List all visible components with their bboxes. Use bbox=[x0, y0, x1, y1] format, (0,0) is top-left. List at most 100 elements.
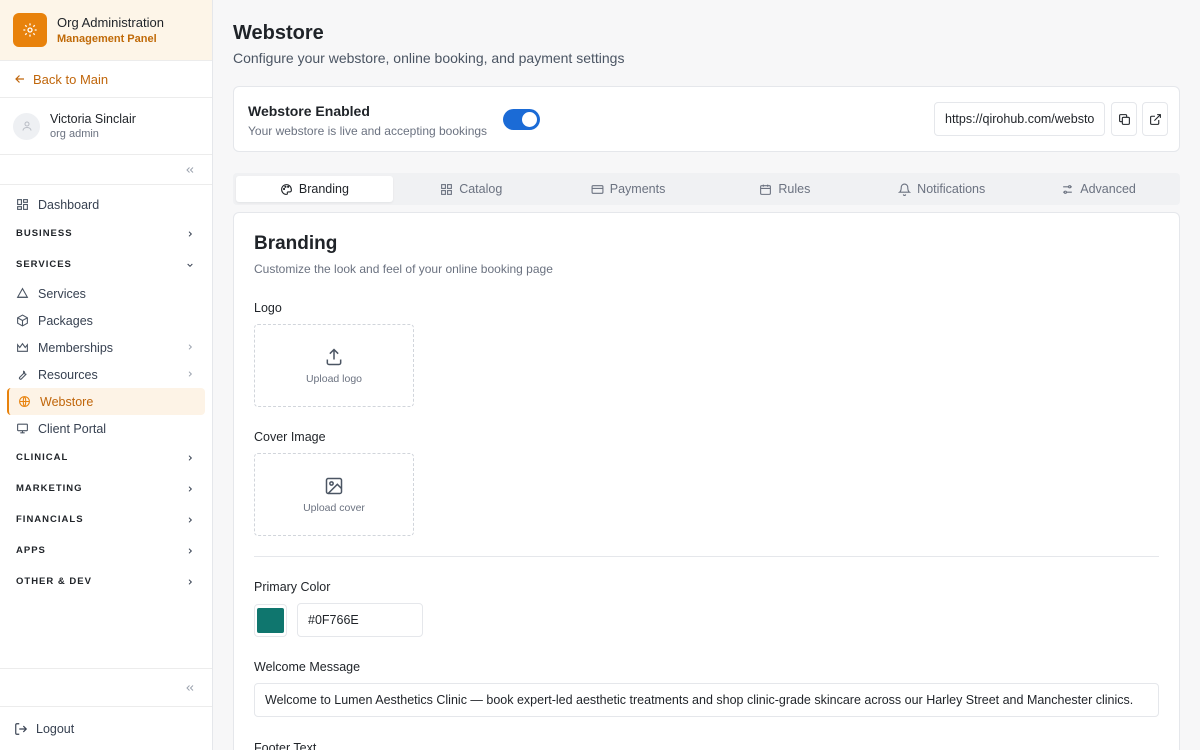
section-other-dev[interactable]: OTHER & DEV bbox=[7, 566, 205, 597]
welcome-message-label: Welcome Message bbox=[254, 660, 361, 674]
section-label: APPS bbox=[16, 545, 46, 556]
tab-rules[interactable]: Rules bbox=[706, 176, 863, 202]
sidebar-item-client-portal[interactable]: Client Portal bbox=[7, 415, 205, 442]
primary-color-input[interactable] bbox=[297, 603, 423, 637]
collapse-sidebar-icon[interactable] bbox=[184, 164, 196, 176]
branding-panel: Branding Customize the look and feel of … bbox=[233, 212, 1180, 750]
back-label: Back to Main bbox=[33, 71, 109, 87]
webstore-enabled-card: Webstore Enabled Your webstore is live a… bbox=[233, 86, 1180, 152]
sidebar: Org Administration Management Panel Back… bbox=[0, 0, 213, 750]
dashboard-icon bbox=[16, 198, 30, 212]
sidebar-item-label: Webstore bbox=[40, 394, 94, 409]
tab-notifications[interactable]: Notifications bbox=[863, 176, 1020, 202]
globe-icon bbox=[18, 395, 32, 409]
arrow-left-icon bbox=[14, 73, 26, 85]
primary-color-label: Primary Color bbox=[254, 580, 331, 594]
calendar-icon bbox=[759, 183, 772, 196]
tab-label: Notifications bbox=[917, 182, 986, 196]
image-icon bbox=[324, 476, 344, 496]
org-header: Org Administration Management Panel bbox=[0, 0, 212, 61]
tab-label: Rules bbox=[778, 182, 811, 196]
chevron-right-icon bbox=[186, 370, 194, 378]
section-clinical[interactable]: CLINICAL bbox=[7, 442, 205, 473]
section-marketing[interactable]: MARKETING bbox=[7, 473, 205, 504]
tab-label: Catalog bbox=[459, 182, 503, 196]
chevron-right-icon bbox=[186, 454, 194, 462]
services-icon bbox=[16, 287, 30, 301]
tab-advanced[interactable]: Advanced bbox=[1020, 176, 1177, 202]
collapse-sidebar-icon[interactable] bbox=[184, 682, 196, 694]
chevron-right-icon bbox=[186, 516, 194, 524]
page-subtitle: Configure your webstore, online booking,… bbox=[233, 50, 625, 66]
org-subtitle: Management Panel bbox=[57, 33, 157, 45]
org-title: Org Administration bbox=[57, 15, 164, 30]
upload-logo-dropzone[interactable]: Upload logo bbox=[254, 324, 414, 407]
chevron-right-icon bbox=[186, 547, 194, 555]
upload-icon bbox=[324, 347, 344, 367]
chevron-right-icon bbox=[186, 485, 194, 493]
external-link-icon bbox=[1149, 113, 1162, 126]
sliders-icon bbox=[1061, 183, 1074, 196]
copy-url-button[interactable] bbox=[1111, 102, 1137, 136]
monitor-icon bbox=[16, 422, 30, 436]
sidebar-item-label: Resources bbox=[38, 367, 98, 382]
open-webstore-button[interactable] bbox=[1142, 102, 1168, 136]
section-apps[interactable]: APPS bbox=[7, 535, 205, 566]
divider bbox=[254, 556, 1159, 557]
sidebar-item-packages[interactable]: Packages bbox=[7, 307, 205, 334]
section-business[interactable]: BUSINESS bbox=[7, 218, 205, 249]
gear-icon bbox=[13, 13, 47, 47]
chevron-right-icon bbox=[186, 343, 194, 351]
sidebar-item-webstore[interactable]: Webstore bbox=[7, 388, 205, 415]
user-role: org admin bbox=[50, 128, 99, 140]
webstore-enabled-subtitle: Your webstore is live and accepting book… bbox=[248, 124, 488, 138]
sidebar-item-resources[interactable]: Resources bbox=[7, 361, 205, 388]
chevron-right-icon bbox=[186, 230, 194, 238]
webstore-url-field[interactable] bbox=[934, 102, 1105, 136]
welcome-message-input[interactable] bbox=[254, 683, 1159, 717]
user-profile[interactable]: Victoria Sinclair org admin bbox=[0, 98, 212, 155]
logout-label: Logout bbox=[36, 721, 75, 736]
sidebar-item-label: Dashboard bbox=[38, 197, 100, 212]
sidebar-item-services[interactable]: Services bbox=[7, 280, 205, 307]
wrench-icon bbox=[16, 368, 30, 382]
webstore-enabled-title: Webstore Enabled bbox=[248, 103, 370, 119]
section-label: CLINICAL bbox=[16, 452, 69, 463]
tab-branding[interactable]: Branding bbox=[236, 176, 393, 202]
sidebar-item-label: Services bbox=[38, 286, 86, 301]
sidebar-nav: Dashboard BUSINESS SERVICES Services Pac… bbox=[0, 185, 212, 597]
section-label: SERVICES bbox=[16, 259, 72, 270]
logout-icon bbox=[14, 722, 28, 736]
sidebar-item-label: Client Portal bbox=[38, 421, 107, 436]
avatar bbox=[13, 112, 40, 140]
settings-tabs: Branding Catalog Payments Rules Notifica… bbox=[233, 173, 1180, 205]
user-name: Victoria Sinclair bbox=[50, 112, 136, 126]
primary-color-row bbox=[254, 603, 1159, 637]
branding-title: Branding bbox=[254, 233, 338, 254]
bell-icon bbox=[898, 183, 912, 196]
chevron-down-icon bbox=[186, 261, 194, 269]
sidebar-item-label: Memberships bbox=[38, 340, 114, 355]
section-financials[interactable]: FINANCIALS bbox=[7, 504, 205, 535]
tab-label: Advanced bbox=[1080, 182, 1136, 196]
section-label: OTHER & DEV bbox=[16, 576, 92, 587]
sidebar-item-memberships[interactable]: Memberships bbox=[7, 334, 205, 361]
webstore-enabled-toggle[interactable] bbox=[503, 109, 540, 130]
palette-icon bbox=[280, 183, 293, 196]
crown-icon bbox=[16, 341, 30, 355]
copy-icon bbox=[1118, 113, 1131, 126]
section-label: FINANCIALS bbox=[16, 514, 84, 525]
credit-card-icon bbox=[591, 183, 604, 196]
tab-catalog[interactable]: Catalog bbox=[393, 176, 550, 202]
section-label: BUSINESS bbox=[16, 228, 73, 239]
main-content: Webstore Configure your webstore, online… bbox=[233, 0, 1180, 750]
upload-cover-dropzone[interactable]: Upload cover bbox=[254, 453, 414, 536]
section-services[interactable]: SERVICES bbox=[7, 249, 205, 280]
logout-button[interactable]: Logout bbox=[0, 706, 212, 750]
color-picker[interactable] bbox=[254, 603, 287, 637]
logo-label: Logo bbox=[254, 301, 282, 315]
sidebar-item-dashboard[interactable]: Dashboard bbox=[7, 191, 205, 218]
grid-icon bbox=[440, 183, 453, 196]
tab-payments[interactable]: Payments bbox=[550, 176, 707, 202]
back-to-main-link[interactable]: Back to Main bbox=[0, 61, 212, 98]
